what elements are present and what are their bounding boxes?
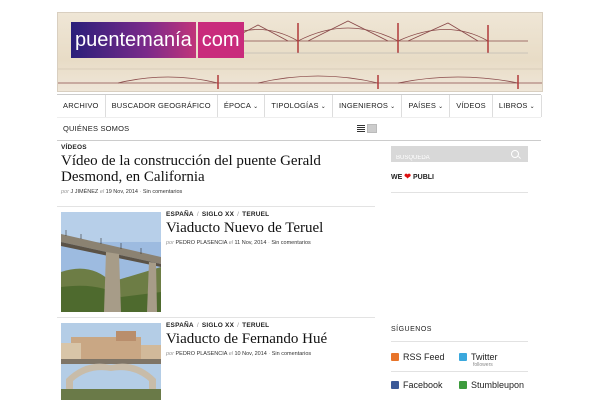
category-link[interactable]: TERUEL	[242, 322, 269, 329]
meta-on: el	[228, 351, 233, 357]
search-icon[interactable]	[511, 150, 519, 158]
social-sub: followers	[473, 362, 493, 368]
nav-item-label: TIPOLOGÍAS	[271, 101, 319, 110]
post-categories: VÍDEOS	[61, 144, 361, 151]
category-link[interactable]: TERUEL	[242, 211, 269, 218]
post-meta: por J JIMÉNEZ el 19 Nov, 2014 · Sin come…	[61, 189, 183, 195]
post-thumbnail[interactable]	[61, 323, 161, 400]
category-link[interactable]: SIGLO XX	[202, 322, 234, 329]
publi-widget-title: WE ❤ PUBLI	[391, 172, 434, 181]
nav-item-libros[interactable]: LIBROS ⌄	[493, 95, 542, 117]
divider	[391, 341, 528, 342]
nav-item-label: ARCHIVO	[63, 101, 99, 110]
nav-item-quienes-somos[interactable]: QUIÉNES SOMOS	[57, 118, 135, 140]
divider	[391, 192, 528, 193]
nav-item-label: BUSCADOR GEOGRÁFICO	[111, 101, 211, 110]
post-author[interactable]: J JIMÉNEZ	[70, 189, 98, 195]
post-meta: por PEDRO PLASENCIA el 10 Nov, 2014 · Si…	[166, 351, 312, 357]
chevron-down-icon: ⌄	[320, 104, 326, 110]
header-banner: puentemanía com	[57, 12, 543, 92]
post-comments[interactable]: Sin comentarios	[272, 351, 311, 357]
social-label: RSS Feed	[403, 352, 445, 362]
post-title[interactable]: Vídeo de la construcción del puente Gera…	[61, 153, 361, 185]
divider	[57, 317, 375, 318]
social-link-twitter[interactable]: Twitter followers	[459, 352, 498, 368]
post-title[interactable]: Viaducto Nuevo de Teruel	[166, 220, 371, 236]
viaduct-photo	[61, 323, 161, 400]
category-link[interactable]: ESPAÑA	[166, 322, 194, 329]
post-categories: ESPAÑA / SIGLO XX / TERUEL	[166, 211, 270, 218]
nav-item-label: VÍDEOS	[456, 101, 486, 110]
nav-item-label: LIBROS	[498, 101, 528, 110]
nav-item-label: ÉPOCA	[223, 101, 252, 110]
main-nav: ARCHIVO BUSCADOR GEOGRÁFICO ÉPOCA ⌄ TIPOLOGÍ…	[57, 94, 542, 141]
post-categories: ESPAÑA / SIGLO XX / TERUEL	[166, 322, 270, 329]
twitter-icon	[459, 353, 467, 361]
viaduct-photo	[61, 212, 161, 312]
site-logo[interactable]: puentemanía com	[71, 22, 244, 58]
post-comments[interactable]: Sin comentarios	[271, 240, 310, 246]
meta-by: por	[166, 240, 174, 246]
category-link[interactable]: VÍDEOS	[61, 144, 87, 151]
nav-item-tipologías[interactable]: TIPOLOGÍAS ⌄	[265, 95, 333, 117]
post-author[interactable]: PEDRO PLASENCIA	[175, 240, 227, 246]
rss-icon	[391, 353, 399, 361]
chevron-down-icon: ⌄	[438, 104, 444, 110]
post-date: 10 Nov, 2014	[234, 351, 267, 357]
search-box	[391, 146, 528, 166]
meta-by: por	[61, 189, 69, 195]
category-link[interactable]: SIGLO XX	[202, 211, 234, 218]
social-label: Stumbleupon	[471, 380, 525, 390]
nav-item-archivo[interactable]: ARCHIVO	[57, 95, 106, 117]
nav-item-buscador-geográfico[interactable]: BUSCADOR GEOGRÁFICO	[106, 95, 218, 117]
logo-tld: com	[197, 22, 244, 58]
post-item: VÍDEOS Vídeo de la construcción del puen…	[61, 144, 361, 195]
category-link[interactable]: ESPAÑA	[166, 211, 194, 218]
social-label: Twitter	[471, 352, 498, 362]
social-label: Facebook	[403, 380, 443, 390]
nav-item-ingenieros[interactable]: INGENIEROS ⌄	[333, 95, 403, 117]
nav-item-países[interactable]: PAÍSES ⌄	[402, 95, 451, 117]
post-item: ESPAÑA / SIGLO XX / TERUEL Viaducto Nuevo de…	[166, 211, 371, 246]
follow-title: SÍGUENOS	[391, 326, 432, 333]
divider	[57, 206, 375, 207]
post-author[interactable]: PEDRO PLASENCIA	[175, 351, 227, 357]
chevron-down-icon: ⌄	[253, 104, 259, 110]
nav-item-label: PAÍSES	[408, 101, 437, 110]
stumbleupon-icon	[459, 381, 467, 389]
heart-icon: ❤	[404, 172, 411, 181]
search-input[interactable]	[391, 150, 511, 166]
view-toggle	[357, 124, 377, 133]
meta-on: el	[228, 240, 233, 246]
publi-label: PUBLI	[412, 174, 434, 181]
social-link-rss[interactable]: RSS Feed	[391, 352, 445, 362]
nav-row: ARCHIVO BUSCADOR GEOGRÁFICO ÉPOCA ⌄ TIPOLOGÍ…	[57, 95, 542, 117]
social-link-stumbleupon[interactable]: Stumbleupon	[459, 380, 524, 390]
meta-by: por	[166, 351, 174, 357]
nav-item-vídeos[interactable]: VÍDEOS	[450, 95, 493, 117]
post-thumbnail[interactable]	[61, 212, 161, 312]
post-title[interactable]: Viaducto de Fernando Hué	[166, 331, 371, 347]
social-link-facebook[interactable]: Facebook	[391, 380, 443, 390]
grid-view-icon[interactable]	[367, 124, 377, 133]
logo-text: puentemanía	[71, 22, 196, 58]
post-comments[interactable]: Sin comentarios	[143, 189, 182, 195]
post-date: 19 Nov, 2014	[105, 189, 138, 195]
list-view-icon[interactable]	[357, 125, 365, 132]
post-item: ESPAÑA / SIGLO XX / TERUEL Viaducto de Ferna…	[166, 322, 371, 357]
post-meta: por PEDRO PLASENCIA el 11 Nov, 2014 · Si…	[166, 240, 311, 246]
facebook-icon	[391, 381, 399, 389]
nav-item-label: INGENIEROS	[338, 101, 389, 110]
chevron-down-icon: ⌄	[390, 104, 396, 110]
nav-item-época[interactable]: ÉPOCA ⌄	[218, 95, 266, 117]
post-date: 11 Nov, 2014	[234, 240, 267, 246]
divider	[391, 371, 528, 372]
nav-row: QUIÉNES SOMOS	[57, 117, 541, 141]
publi-we: WE	[391, 174, 403, 181]
chevron-down-icon: ⌄	[529, 104, 535, 110]
meta-on: el	[99, 189, 105, 195]
